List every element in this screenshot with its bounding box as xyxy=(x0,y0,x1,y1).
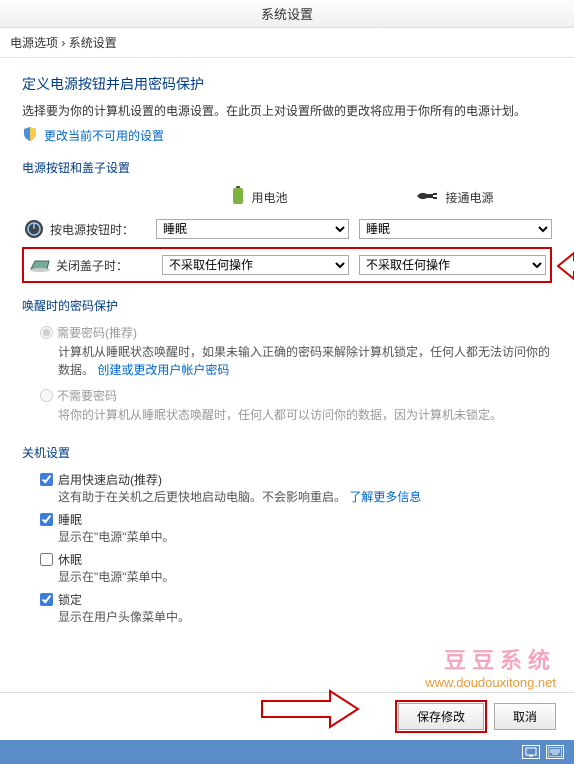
plug-icon xyxy=(415,189,439,206)
battery-icon xyxy=(231,186,245,209)
annotation-arrow-icon xyxy=(260,689,360,732)
cancel-button[interactable]: 取消 xyxy=(494,703,556,730)
power-button-battery-select[interactable]: 睡眠 xyxy=(156,219,349,239)
power-button-icon xyxy=(22,219,46,239)
breadcrumb: 电源选项 › 系统设置 xyxy=(0,28,574,58)
no-password-desc: 将你的计算机从睡眠状态唤醒时，任何人都可以访问你的数据，因为计算机未锁定。 xyxy=(58,406,552,424)
power-button-plugged-select[interactable]: 睡眠 xyxy=(359,219,552,239)
save-button[interactable]: 保存修改 xyxy=(398,703,484,730)
col-plugged-label: 接通电源 xyxy=(445,189,493,206)
lock-checkbox[interactable] xyxy=(40,593,53,606)
lock-desc: 显示在用户头像菜单中。 xyxy=(58,608,552,625)
breadcrumb-separator: › xyxy=(61,36,68,50)
watermark-cn: 豆豆系统 xyxy=(0,643,556,675)
require-password-radio xyxy=(40,326,53,339)
shield-icon xyxy=(22,126,38,145)
keyboard-icon[interactable] xyxy=(546,745,564,759)
annotation-arrow-icon xyxy=(556,251,574,284)
hibernate-checkbox[interactable] xyxy=(40,553,53,566)
require-password-desc: 计算机从睡眠状态唤醒时，如果未输入正确的密码来解除计算机锁定，任何人都无法访问你… xyxy=(58,343,552,379)
no-password-radio xyxy=(40,389,53,402)
watermark: 豆豆系统 www.doudouxitong.net xyxy=(0,635,574,692)
col-battery-label: 用电池 xyxy=(251,189,287,206)
require-password-label: 需要密码(推荐) xyxy=(57,324,137,341)
lid-icon xyxy=(28,257,52,273)
section-power-button: 电源按钮和盖子设置 xyxy=(22,159,552,176)
status-bar xyxy=(0,740,574,764)
section-password: 唤醒时的密码保护 xyxy=(22,297,552,314)
create-password-link[interactable]: 创建或更改用户帐户密码 xyxy=(97,363,229,377)
lock-label: 锁定 xyxy=(58,591,82,608)
power-button-label: 按电源按钮时： xyxy=(46,221,156,238)
change-settings-link[interactable]: 更改当前不可用的设置 xyxy=(44,127,164,144)
lid-plugged-select[interactable]: 不采取任何操作 xyxy=(359,255,546,275)
breadcrumb-item: 系统设置 xyxy=(69,36,117,50)
page-description: 选择要为你的计算机设置的电源设置。在此页上对设置所做的更改将应用于你所有的电源计… xyxy=(22,102,552,120)
learn-more-link[interactable]: 了解更多信息 xyxy=(349,490,421,504)
fast-startup-desc: 这有助于在关机之后更快地启动电脑。不会影响重启。 了解更多信息 xyxy=(58,488,552,505)
fast-startup-checkbox[interactable] xyxy=(40,473,53,486)
sleep-label: 睡眠 xyxy=(58,511,82,528)
highlight-lid-row: 关闭盖子时： 不采取任何操作 不采取任何操作 xyxy=(22,247,552,283)
lid-label: 关闭盖子时： xyxy=(52,257,162,274)
no-password-label: 不需要密码 xyxy=(57,387,117,404)
window-title: 系统设置 xyxy=(0,0,574,28)
fast-startup-label: 启用快速启动(推荐) xyxy=(58,471,162,488)
hibernate-desc: 显示在"电源"菜单中。 xyxy=(58,568,552,585)
page-heading: 定义电源按钮并启用密码保护 xyxy=(22,74,552,94)
sleep-desc: 显示在"电源"菜单中。 xyxy=(58,528,552,545)
lid-battery-select[interactable]: 不采取任何操作 xyxy=(162,255,349,275)
breadcrumb-item[interactable]: 电源选项 xyxy=(10,36,58,50)
watermark-url: www.doudouxitong.net xyxy=(0,675,556,690)
section-shutdown: 关机设置 xyxy=(22,444,552,461)
monitor-icon[interactable] xyxy=(522,745,540,759)
hibernate-label: 休眠 xyxy=(58,551,82,568)
sleep-checkbox[interactable] xyxy=(40,513,53,526)
